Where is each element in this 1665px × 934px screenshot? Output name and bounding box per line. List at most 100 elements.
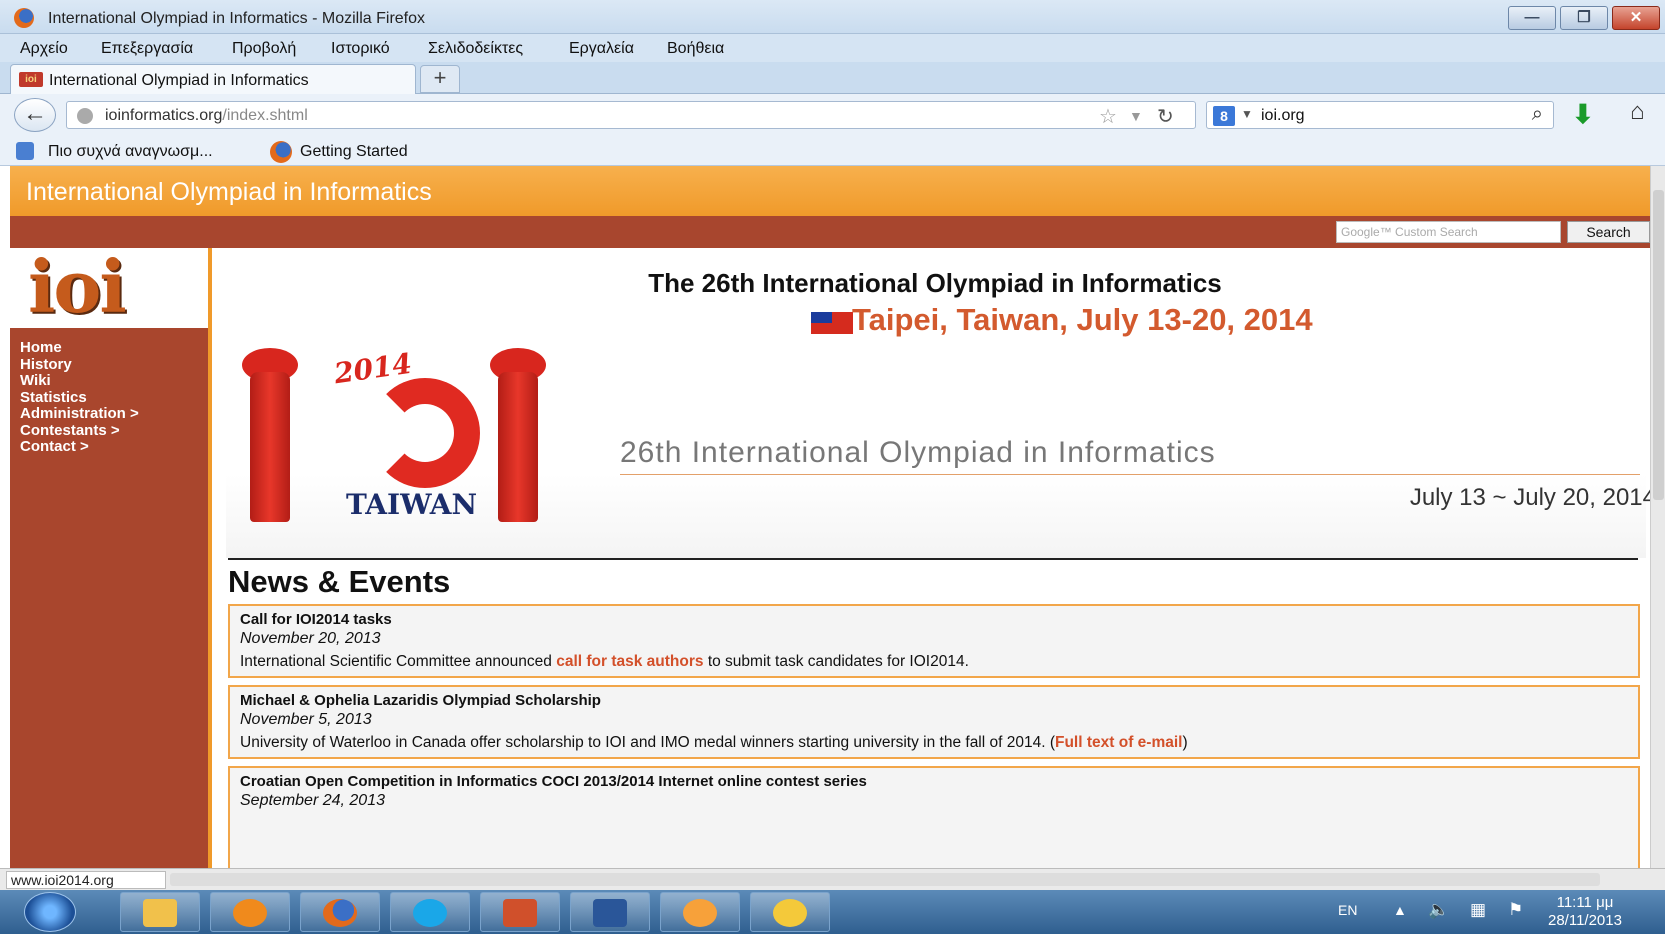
language-indicator[interactable]: EN [1338, 902, 1357, 918]
bookmark-most-visited[interactable]: Πιο συχνά αναγνωσμ... [48, 143, 213, 161]
taiwan-flag-icon [811, 312, 853, 334]
folder-icon [143, 899, 177, 927]
ioi2014-banner[interactable]: The 26th International Olympiad in Infor… [220, 248, 1650, 558]
taskbar-media-player[interactable] [210, 892, 290, 932]
sidebar-nav: Home History Wiki Statistics Administrat… [20, 339, 139, 456]
navigation-bar: ← ioinformatics.org/index.shtml ☆ ▼ ↻ 8 … [0, 94, 1665, 136]
emblem-ring [370, 378, 480, 488]
taskbar-firefox[interactable] [300, 892, 380, 932]
magnifier-icon[interactable]: ⌕ [1532, 103, 1543, 126]
horizontal-scrollbar[interactable] [170, 873, 1600, 886]
taskbar-app[interactable] [750, 892, 830, 932]
menu-help[interactable]: Βοήθεια [667, 40, 724, 58]
tab-ioi[interactable]: ioi International Olympiad in Informatic… [10, 64, 416, 94]
search-input[interactable]: ioi.org [1261, 107, 1305, 125]
banner-dates: July 13 ~ July 20, 2014 [1409, 484, 1650, 511]
scrollbar-thumb[interactable] [1653, 190, 1664, 500]
back-button[interactable]: ← [14, 98, 56, 132]
bookmark-getting-started[interactable]: Getting Started [300, 143, 408, 161]
url-text: ioinformatics.org/index.shtml [105, 107, 308, 125]
firefox-bookmark-icon [270, 141, 292, 163]
taskbar-explorer[interactable] [120, 892, 200, 932]
menu-history[interactable]: Ιστορικό [331, 40, 390, 58]
browser-window: International Olympiad in Informatics - … [0, 0, 1665, 934]
taskbar-word[interactable] [570, 892, 650, 932]
news-item: Croatian Open Competition in Informatics… [228, 766, 1640, 868]
menu-bar: Αρχείο Επεξεργασία Προβολή Ιστορικό Σελι… [0, 34, 1665, 62]
emblem-country: TAIWAN [346, 488, 478, 521]
nav-home[interactable]: Home [20, 339, 139, 357]
site-search-input[interactable]: Google™ Custom Search [1336, 221, 1561, 243]
news-body: International Scientific Committee annou… [240, 652, 1628, 672]
reload-icon[interactable]: ↻ [1157, 104, 1174, 129]
taskbar-skype[interactable] [390, 892, 470, 932]
news-date: November 20, 2013 [240, 630, 381, 647]
taskbar-powerpoint[interactable] [480, 892, 560, 932]
new-tab-button[interactable]: + [420, 65, 460, 93]
nav-wiki[interactable]: Wiki [20, 372, 139, 390]
page-content: International Olympiad in Informatics Go… [10, 166, 1650, 868]
search-engine-dropdown-icon[interactable]: ▼ [1241, 107, 1253, 121]
download-icon[interactable]: ⬇ [1572, 99, 1594, 130]
tab-bar: ioi International Olympiad in Informatic… [0, 62, 1665, 94]
news-text: University of Waterloo in Canada offer s… [240, 734, 1055, 751]
network-icon[interactable]: ▦ [1470, 900, 1486, 920]
taskbar: EN ▲ 🔈 ▦ ⚑ 11:11 μμ 28/11/2013 [0, 890, 1665, 934]
dropdown-arrow-icon[interactable]: ▼ [1129, 108, 1143, 124]
restore-button[interactable]: ❐ [1560, 6, 1608, 30]
full-text-email-link[interactable]: Full text of e-mail [1055, 734, 1182, 751]
tab-label: International Olympiad in Informatics [49, 72, 309, 89]
call-for-task-authors-link[interactable]: call for task authors [556, 653, 703, 670]
google-icon[interactable]: 8 [1213, 106, 1235, 126]
url-host: ioinformatics.org [105, 107, 223, 124]
site-search-button[interactable]: Search [1567, 221, 1650, 243]
powerpoint-icon [503, 899, 537, 927]
ioi-logo[interactable]: ioi [10, 248, 208, 328]
media-player-icon [233, 899, 267, 927]
action-center-flag-icon[interactable]: ⚑ [1508, 900, 1523, 920]
taskbar-scratch[interactable] [660, 892, 740, 932]
section-divider [228, 558, 1638, 560]
nav-statistics[interactable]: Statistics [20, 389, 139, 407]
news-text-end: ) [1182, 734, 1188, 751]
logo-text: ioi [28, 244, 127, 329]
nav-contestants[interactable]: Contestants > [20, 422, 139, 440]
sidebar: ioi Home History Wiki Statistics Adminis… [10, 248, 208, 868]
nav-contact[interactable]: Contact > [20, 438, 139, 456]
menu-bookmarks[interactable]: Σελιδοδείκτες [428, 40, 523, 58]
banner-title: The 26th International Olympiad in Infor… [648, 268, 1222, 298]
minimize-button[interactable]: — [1508, 6, 1556, 30]
close-button[interactable]: ✕ [1612, 6, 1660, 30]
news-text-end: to submit task candidates for IOI2014. [703, 653, 969, 670]
banner-subtitle: 26th International Olympiad in Informati… [620, 436, 1216, 469]
status-url: www.ioi2014.org [6, 871, 166, 889]
star-icon[interactable]: ☆ [1099, 104, 1117, 129]
home-icon[interactable]: ⌂ [1630, 98, 1645, 126]
news-text: International Scientific Committee annou… [240, 653, 557, 670]
banner-rule [620, 474, 1640, 475]
show-hidden-icons[interactable]: ▲ [1393, 902, 1407, 918]
nav-administration[interactable]: Administration > [20, 405, 139, 423]
menu-tools[interactable]: Εργαλεία [569, 40, 634, 58]
ioi-favicon-icon: ioi [19, 72, 43, 87]
system-clock[interactable]: 11:11 μμ 28/11/2013 [1548, 894, 1622, 930]
news-title: Michael & Ophelia Lazaridis Olympiad Sch… [240, 692, 601, 709]
globe-icon [77, 108, 93, 124]
vertical-scrollbar[interactable] [1650, 166, 1665, 868]
news-heading: News & Events [228, 564, 451, 599]
banner-location: Taipei, Taiwan, July 13-20, 2014 [852, 302, 1313, 337]
address-bar[interactable]: ioinformatics.org/index.shtml ☆ ▼ ↻ [66, 101, 1196, 129]
start-button[interactable] [24, 892, 76, 932]
search-bar[interactable]: 8 ▼ ioi.org ⌕ [1206, 101, 1554, 129]
volume-icon[interactable]: 🔈 [1428, 900, 1449, 920]
menu-edit[interactable]: Επεξεργασία [101, 40, 193, 58]
news-date: November 5, 2013 [240, 711, 372, 728]
bird-icon [773, 899, 807, 927]
site-search-bar: Google™ Custom Search Search [10, 216, 1650, 248]
site-header: International Olympiad in Informatics [10, 166, 1650, 216]
sidebar-divider [208, 248, 212, 868]
menu-file[interactable]: Αρχείο [20, 40, 68, 58]
menu-view[interactable]: Προβολή [232, 40, 296, 58]
news-item: Call for IOI2014 tasks November 20, 2013… [228, 604, 1640, 678]
nav-history[interactable]: History [20, 356, 139, 374]
